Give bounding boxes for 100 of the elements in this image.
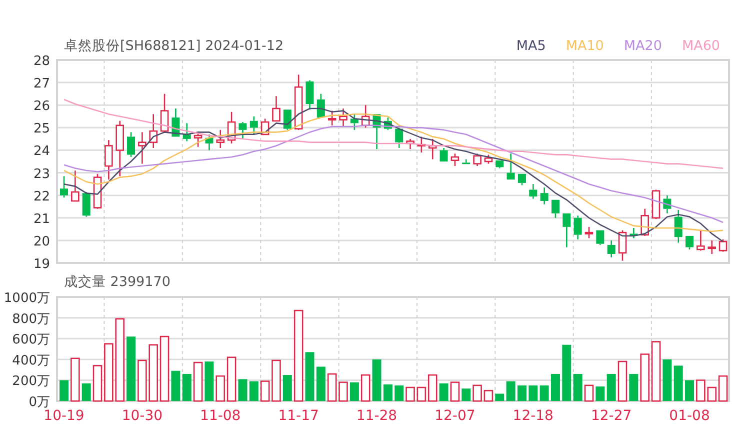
volume-bar: [394, 385, 404, 401]
volume-bar: [126, 336, 136, 401]
candlestick: [272, 96, 280, 122]
candlestick: [250, 116, 258, 134]
volume-bar: [517, 385, 526, 401]
candlestick: [294, 74, 303, 130]
candlestick: [216, 130, 225, 148]
candlestick: [518, 173, 526, 186]
axis-label: 25: [33, 122, 50, 137]
volume-bar: [360, 374, 370, 402]
date-label: 10-30: [122, 408, 163, 424]
axis-label: 600万: [12, 332, 50, 348]
volume-bar: [305, 352, 314, 401]
volume-bar: [584, 384, 594, 402]
axis-label: 21: [33, 212, 50, 227]
candlestick: [718, 239, 728, 252]
candlestick: [529, 184, 538, 199]
volume-bar: [662, 359, 672, 401]
axis-label: 200万: [12, 374, 50, 390]
volume-bar: [260, 380, 270, 402]
candlestick: [339, 108, 348, 127]
candlestick: [60, 176, 68, 198]
candlestick: [328, 110, 336, 126]
volume-bar: [238, 379, 248, 401]
candlestick: [172, 108, 180, 138]
volume-bar: [718, 375, 728, 402]
volume-bar: [472, 384, 482, 402]
volume-bar: [629, 374, 638, 401]
candlestick: [540, 187, 548, 204]
candlestick: [182, 123, 191, 142]
date-label: 12-07: [434, 408, 476, 424]
candlestick: [395, 128, 404, 148]
axis-label: 20: [33, 234, 50, 250]
candlestick: [663, 195, 672, 214]
date-label: 10-19: [44, 408, 84, 424]
candlestick: [260, 118, 270, 136]
candlestick: [484, 154, 493, 164]
candlestick: [149, 114, 158, 148]
volume-bar: [372, 359, 382, 401]
candlestick: [316, 94, 325, 118]
volume-bar: [92, 365, 102, 402]
date-label: 01-08: [669, 408, 710, 424]
date-label: 12-27: [590, 408, 632, 424]
candlestick: [372, 113, 381, 150]
legend-item: MA20: [624, 38, 662, 54]
volume-bar: [282, 375, 292, 401]
volume-bar: [685, 380, 694, 401]
candlestick: [551, 199, 560, 218]
volume-bar: [406, 386, 415, 402]
candlestick: [640, 208, 649, 236]
volume-bar: [60, 380, 68, 401]
candlestick: [116, 120, 124, 176]
candlestick: [574, 216, 582, 240]
volume-bar: [674, 366, 683, 401]
date-label: 11-17: [278, 408, 319, 424]
candlestick: [708, 240, 716, 254]
candlestick: [205, 134, 214, 150]
volume-bar: [606, 374, 616, 401]
date-label: 11-08: [200, 408, 241, 424]
candlestick: [138, 132, 146, 164]
candlestick: [160, 94, 169, 132]
candlestick: [93, 174, 102, 209]
volume-bar: [596, 386, 605, 401]
volume-bar: [204, 361, 214, 401]
candlestick: [450, 154, 460, 166]
candlestick: [71, 170, 80, 202]
candlestick: [127, 132, 136, 157]
candlestick: [361, 105, 370, 128]
candlestick: [440, 148, 448, 162]
volume-bar: [640, 354, 650, 402]
candlestick: [496, 160, 504, 168]
volume-bar: [573, 374, 582, 401]
date-label: 12-18: [512, 408, 554, 424]
volume-bar: [148, 344, 158, 402]
candlestick: [417, 136, 426, 152]
volume-bar: [439, 383, 448, 401]
volume-bar: [383, 384, 392, 401]
volume-bar: [618, 360, 628, 402]
volume-bar: [70, 358, 80, 402]
candlestick: [652, 190, 660, 220]
candlestick: [607, 240, 616, 258]
volume-bar: [550, 374, 560, 401]
volume-bar: [707, 386, 716, 402]
volume-bar: [350, 382, 359, 401]
candlestick: [473, 154, 482, 166]
volume-bar: [450, 382, 460, 402]
volume-bar: [540, 385, 549, 401]
candlestick: [306, 80, 314, 110]
legend-item: MA10: [566, 38, 604, 54]
candlestick: [384, 118, 392, 130]
volume-bar: [506, 381, 516, 401]
date-label: 11-28: [356, 408, 398, 424]
candlestick: [674, 210, 682, 243]
volume-bar: [484, 390, 494, 402]
axis-label: 0万: [28, 395, 50, 410]
axis-label: 400万: [12, 353, 50, 368]
axis-label: 22: [33, 189, 50, 204]
candlestick: [238, 122, 247, 139]
volume-bar: [104, 343, 114, 402]
axis-label: 1000万: [4, 291, 50, 306]
